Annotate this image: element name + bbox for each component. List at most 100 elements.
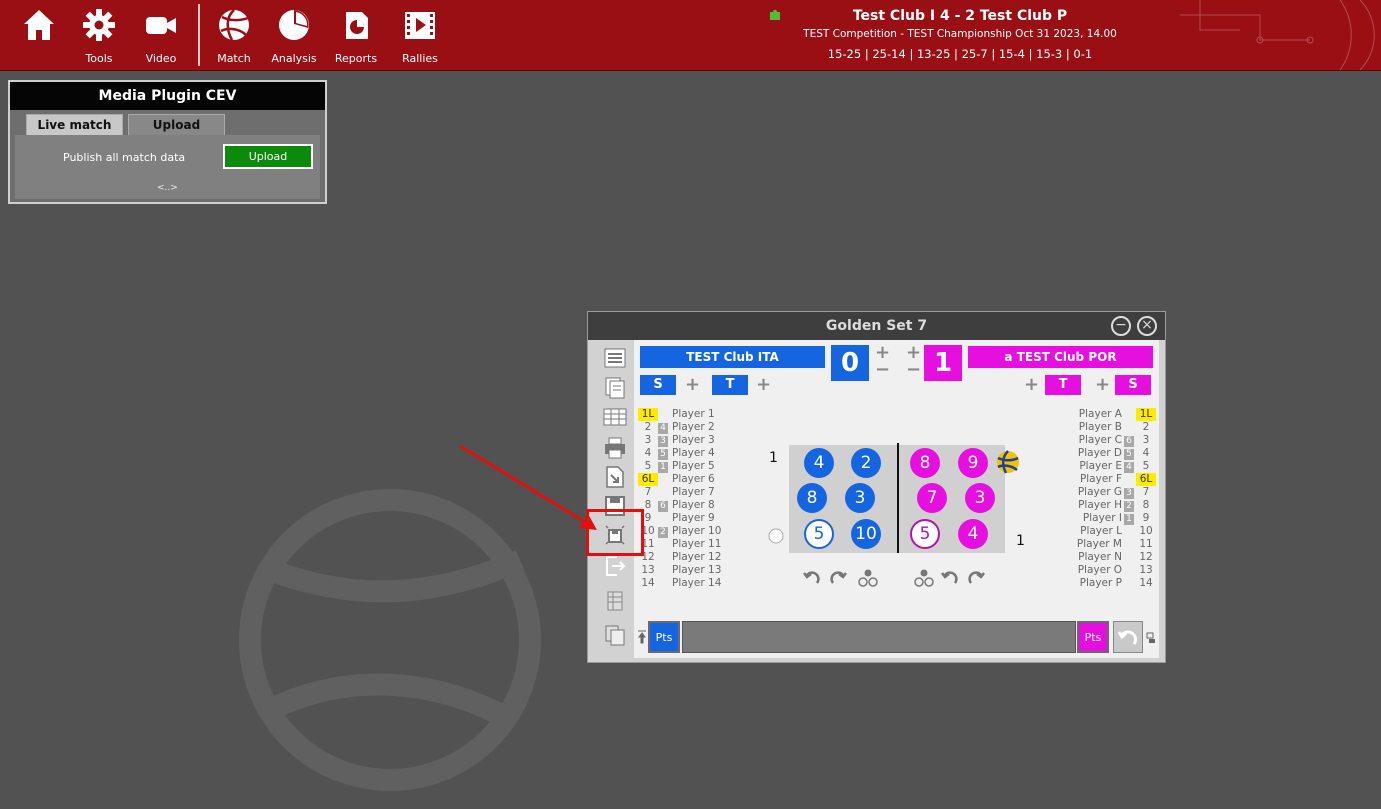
video-camera-icon — [146, 17, 176, 34]
home-s-plus[interactable]: + — [685, 376, 700, 394]
player-name: Player 3 — [672, 434, 715, 446]
court-player[interactable]: 9 — [958, 448, 988, 478]
tools-button[interactable]: Tools — [69, 4, 129, 68]
player-number: 13 — [641, 564, 655, 576]
header-decoration — [1180, 0, 1375, 70]
court-player[interactable]: 3 — [845, 483, 875, 513]
list-icon[interactable] — [603, 346, 627, 370]
away-t-button[interactable]: T — [1045, 375, 1081, 395]
home-t-plus[interactable]: + — [756, 376, 771, 394]
pin-top-icon[interactable] — [638, 630, 646, 644]
away-roster-row[interactable]: Player A 1L — [1066, 408, 1156, 421]
documents-icon[interactable] — [603, 376, 627, 400]
away-rotate-forward-icon[interactable] — [967, 569, 985, 587]
player-number: 8 — [1142, 499, 1150, 511]
court-player[interactable]: 2 — [851, 448, 881, 478]
player-name: Player 4 — [672, 447, 715, 459]
home-t-button[interactable]: T — [712, 375, 748, 395]
command-input[interactable] — [682, 621, 1076, 653]
away-roster-row[interactable]: Player G37 — [1066, 486, 1156, 499]
away-points-button[interactable]: Pts — [1077, 621, 1109, 653]
video-button[interactable]: Video — [131, 4, 191, 68]
printer-icon[interactable] — [603, 436, 627, 460]
tab-live-match[interactable]: Live match — [26, 114, 123, 136]
tab-upload[interactable]: Upload — [128, 114, 225, 136]
away-roster-row[interactable]: Player C63 — [1066, 434, 1156, 447]
home-points-button[interactable]: Pts — [648, 621, 680, 653]
home-button[interactable] — [9, 4, 69, 68]
undo-button[interactable] — [1113, 621, 1143, 653]
home-roster-row[interactable]: 3 3 Player 3 — [638, 434, 728, 447]
reports-button[interactable]: Reports — [326, 4, 386, 68]
home-roster-row[interactable]: 1L Player 1 — [638, 408, 728, 421]
grid-icon[interactable] — [603, 405, 627, 429]
away-t-plus[interactable]: + — [1024, 376, 1039, 394]
away-roster-row[interactable]: Player D54 — [1066, 447, 1156, 460]
home-score-plus[interactable]: + — [875, 344, 890, 362]
court-player[interactable]: 10 — [851, 519, 881, 549]
away-substitution-icon[interactable] — [914, 569, 934, 587]
match-button[interactable]: Match — [204, 4, 264, 68]
home-roster-row[interactable]: 13 Player 13 — [638, 564, 728, 577]
away-roster-row[interactable]: Player O 13 — [1066, 564, 1156, 577]
home-roster-row[interactable]: 10 2 Player 10 — [638, 525, 728, 538]
minimize-icon[interactable]: − — [1111, 316, 1131, 336]
home-roster-row[interactable]: 8 6 Player 8 — [638, 499, 728, 512]
home-s-button[interactable]: S — [640, 375, 676, 395]
spreadsheet-icon[interactable] — [603, 589, 627, 613]
close-icon[interactable]: × — [1137, 316, 1157, 336]
home-serve-indicator-icon[interactable] — [768, 528, 784, 544]
court-player[interactable]: 8 — [910, 448, 940, 478]
serve-ball-icon — [997, 450, 1019, 474]
away-score-minus[interactable]: − — [906, 361, 921, 379]
away-roster-row[interactable]: Player P 14 — [1066, 577, 1156, 590]
rallies-button[interactable]: Rallies — [390, 4, 450, 68]
home-roster-row[interactable]: 5 1 Player 5 — [638, 460, 728, 473]
more-link[interactable]: <..> — [157, 183, 178, 193]
away-rotate-back-icon[interactable] — [941, 569, 959, 587]
home-roster-row[interactable]: 4 5 Player 4 — [638, 447, 728, 460]
home-score-minus[interactable]: − — [875, 361, 890, 379]
court-player[interactable]: 3 — [965, 483, 995, 513]
copy-document-icon[interactable] — [603, 623, 627, 647]
away-score-plus[interactable]: + — [906, 344, 921, 362]
away-s-button[interactable]: S — [1115, 375, 1151, 395]
away-roster-row[interactable]: Player I19 — [1066, 512, 1156, 525]
away-roster-row[interactable]: Player M 11 — [1066, 538, 1156, 551]
import-icon[interactable] — [603, 465, 627, 489]
golden-set-window: Golden Set 7 − × TEST Club ITA 0 + − + −… — [587, 311, 1166, 663]
away-roster-row[interactable]: Player E45 — [1066, 460, 1156, 473]
player-name: Player 1 — [672, 408, 715, 420]
court-player[interactable]: 4 — [804, 448, 834, 478]
exit-icon[interactable] — [603, 554, 627, 578]
player-number: 2 — [644, 421, 652, 433]
home-roster-row[interactable]: 9 Player 9 — [638, 512, 728, 525]
home-roster-row[interactable]: 2 4 Player 2 — [638, 421, 728, 434]
home-rotate-forward-icon[interactable] — [829, 569, 847, 587]
expand-icon[interactable] — [1146, 632, 1156, 644]
home-roster-row[interactable]: 14 Player 14 — [638, 577, 728, 590]
home-substitution-icon[interactable] — [858, 569, 878, 587]
player-number: 6L — [1136, 473, 1156, 486]
home-roster-row[interactable]: 12 Player 12 — [638, 551, 728, 564]
away-roster-row[interactable]: Player H28 — [1066, 499, 1156, 512]
court-player[interactable]: 7 — [917, 483, 947, 513]
court-player-libero[interactable]: 5 — [910, 519, 940, 549]
upload-button[interactable]: Upload — [223, 144, 313, 169]
player-number: 1L — [1136, 408, 1156, 421]
home-roster-row[interactable]: 7 Player 7 — [638, 486, 728, 499]
away-roster-row[interactable]: Player L 10 — [1066, 525, 1156, 538]
golden-set-titlebar[interactable]: Golden Set 7 — [588, 312, 1165, 340]
home-roster-row[interactable]: 6L Player 6 — [638, 473, 728, 486]
court-player[interactable]: 4 — [958, 519, 988, 549]
player-name: Player N — [1078, 551, 1122, 563]
away-roster-row[interactable]: Player N 12 — [1066, 551, 1156, 564]
analysis-button[interactable]: Analysis — [264, 4, 324, 68]
court-player-libero[interactable]: 5 — [804, 519, 834, 549]
home-roster-row[interactable]: 11 Player 11 — [638, 538, 728, 551]
court-player[interactable]: 8 — [797, 483, 827, 513]
away-roster-row[interactable]: Player F 6L — [1066, 473, 1156, 486]
away-roster-row[interactable]: Player B 2 — [1066, 421, 1156, 434]
home-rotate-back-icon[interactable] — [803, 569, 821, 587]
away-s-plus[interactable]: + — [1095, 376, 1110, 394]
